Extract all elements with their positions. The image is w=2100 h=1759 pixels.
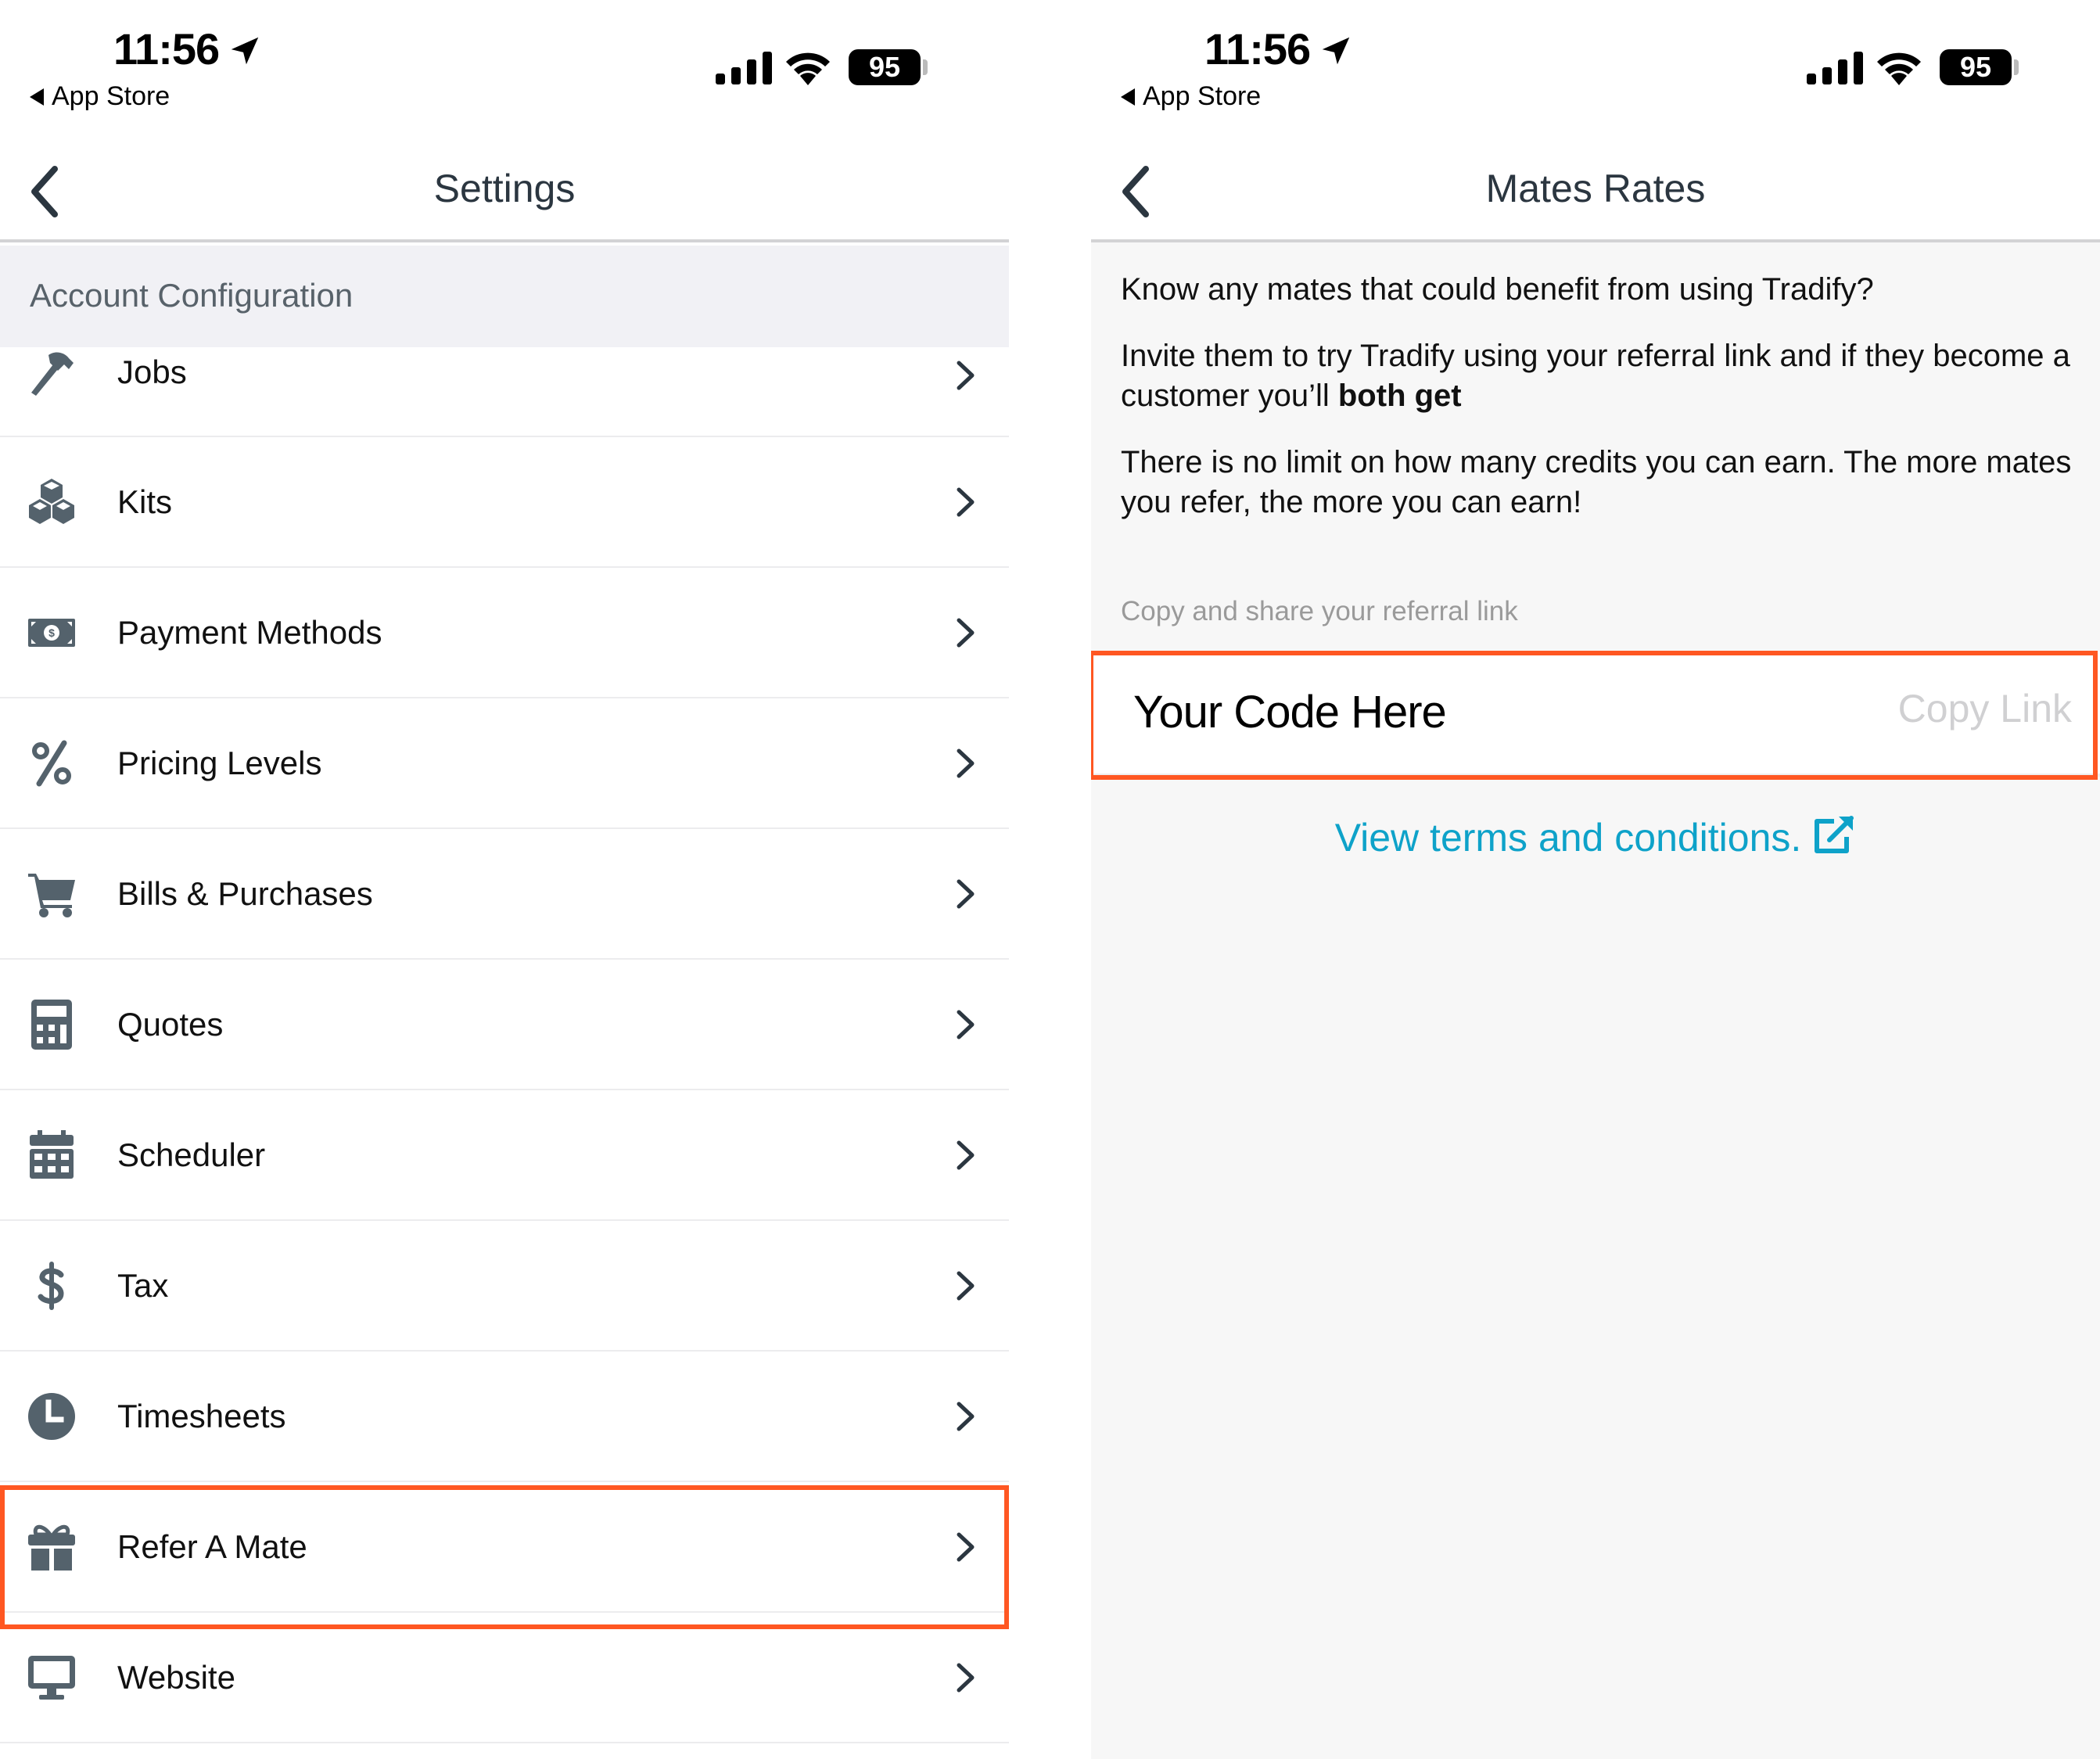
paragraph-invite-text: Invite them to try Tradify using your re… <box>1121 339 2070 413</box>
paragraph-invite: Invite them to try Tradify using your re… <box>1121 336 2083 416</box>
signal-icon <box>1807 52 1863 84</box>
clock-icon <box>28 1392 75 1440</box>
shopping-cart-icon <box>28 873 75 917</box>
settings-list: Jobs Kits $ Payment Methods Pricing Leve… <box>0 347 1009 1743</box>
list-item-pricing-levels[interactable]: Pricing Levels <box>0 698 1009 829</box>
external-link-icon <box>1815 816 1854 853</box>
list-item-payment-methods[interactable]: $ Payment Methods <box>0 568 1009 698</box>
chevron-right-icon <box>957 879 975 908</box>
battery-icon: 95 <box>849 49 921 85</box>
back-to-app-store[interactable]: App Store <box>30 81 170 112</box>
referral-description: Know any mates that could benefit from u… <box>1121 270 2083 549</box>
calculator-icon <box>31 999 72 1050</box>
list-item-website[interactable]: Website <box>0 1613 1009 1743</box>
list-item-label: Refer A Mate <box>117 1527 307 1565</box>
cubes-icon <box>29 478 74 524</box>
back-app-label: App Store <box>1143 81 1262 111</box>
list-item-label: Website <box>117 1658 235 1696</box>
nav-bar: Settings <box>0 117 1009 242</box>
status-bar: 11:56 App Store 95 <box>0 0 1009 117</box>
list-item-label: Quotes <box>117 1005 224 1043</box>
status-time: 11:56 <box>1204 24 1311 74</box>
money-bill-icon: $ <box>28 618 75 647</box>
list-item-label: Payment Methods <box>117 613 382 651</box>
referral-code-value: Your Code Here <box>1133 687 1447 738</box>
share-label: Copy and share your referral link <box>1121 596 1518 626</box>
svg-text:$: $ <box>48 626 55 639</box>
mates-rates-screen: 11:56 App Store 95 Mates Rates Know any … <box>1091 0 2100 1759</box>
list-item-label: Tax <box>117 1266 169 1304</box>
list-item-refer-a-mate[interactable]: Refer A Mate <box>0 1482 1009 1613</box>
list-item-tax[interactable]: Tax <box>0 1221 1009 1352</box>
list-item-label: Timesheets <box>117 1397 286 1434</box>
page-title: Mates Rates <box>1485 167 1706 210</box>
calendar-icon <box>30 1129 74 1179</box>
battery-icon: 95 <box>1940 49 2012 85</box>
back-app-label: App Store <box>52 81 171 111</box>
terms-link-label: View terms and conditions. <box>1334 816 1802 860</box>
battery-cap <box>2014 59 2019 75</box>
chevron-right-icon <box>957 487 975 516</box>
list-item-jobs[interactable]: Jobs <box>0 347 1009 437</box>
chevron-right-icon <box>957 618 975 647</box>
list-item-label: Pricing Levels <box>117 744 322 781</box>
wifi-icon <box>1877 52 1921 85</box>
dollar-icon <box>38 1261 64 1310</box>
chevron-right-icon <box>957 1402 975 1431</box>
back-triangle-icon <box>1121 88 1135 106</box>
desktop-icon <box>28 1655 75 1700</box>
back-to-app-store[interactable]: App Store <box>1121 81 1261 112</box>
chevron-right-icon <box>957 1010 975 1039</box>
list-item-label: Scheduler <box>117 1136 266 1173</box>
list-item-quotes[interactable]: Quotes <box>0 960 1009 1090</box>
chevron-right-icon <box>957 1271 975 1300</box>
chevron-right-icon <box>957 748 975 777</box>
nav-bar: Mates Rates <box>1091 117 2100 242</box>
paragraph-intro: Know any mates that could benefit from u… <box>1121 272 1874 307</box>
gift-icon <box>28 1524 75 1571</box>
wifi-icon <box>786 52 830 85</box>
chevron-right-icon <box>957 1663 975 1692</box>
referral-code-field[interactable]: Your Code Here Copy Link <box>1091 652 2100 777</box>
percent-icon <box>32 740 71 786</box>
chevron-right-icon <box>957 1532 975 1561</box>
location-arrow-icon <box>231 37 259 65</box>
section-header: Account Configuration <box>0 246 1009 347</box>
list-item-label: Jobs <box>117 354 187 390</box>
chevron-right-icon <box>957 1140 975 1169</box>
list-item-scheduler[interactable]: Scheduler <box>0 1090 1009 1221</box>
page-title: Settings <box>433 167 576 210</box>
paragraph-invite-bold: both get <box>1337 379 1462 413</box>
list-item-label: Kits <box>117 483 173 520</box>
list-item-kits[interactable]: Kits <box>0 437 1009 568</box>
back-triangle-icon <box>30 88 44 106</box>
section-header-label: Account Configuration <box>30 277 354 314</box>
chevron-right-icon <box>957 361 975 390</box>
list-item-bills-purchases[interactable]: Bills & Purchases <box>0 829 1009 960</box>
location-arrow-icon <box>1322 37 1350 65</box>
status-time: 11:56 <box>113 24 220 74</box>
copy-link-button[interactable]: Copy Link <box>1898 686 2072 731</box>
paragraph-limit: There is no limit on how many credits yo… <box>1121 445 2072 519</box>
status-bar: 11:56 App Store 95 <box>1091 0 2100 117</box>
list-item-timesheets[interactable]: Timesheets <box>0 1352 1009 1482</box>
signal-icon <box>716 52 772 84</box>
settings-screen: 11:56 App Store 95 Settings Account Conf… <box>0 0 1009 1759</box>
terms-link[interactable]: View terms and conditions. <box>1091 813 2100 860</box>
hammer-icon <box>31 352 74 396</box>
list-item-label: Bills & Purchases <box>117 874 373 912</box>
battery-cap <box>923 59 928 75</box>
